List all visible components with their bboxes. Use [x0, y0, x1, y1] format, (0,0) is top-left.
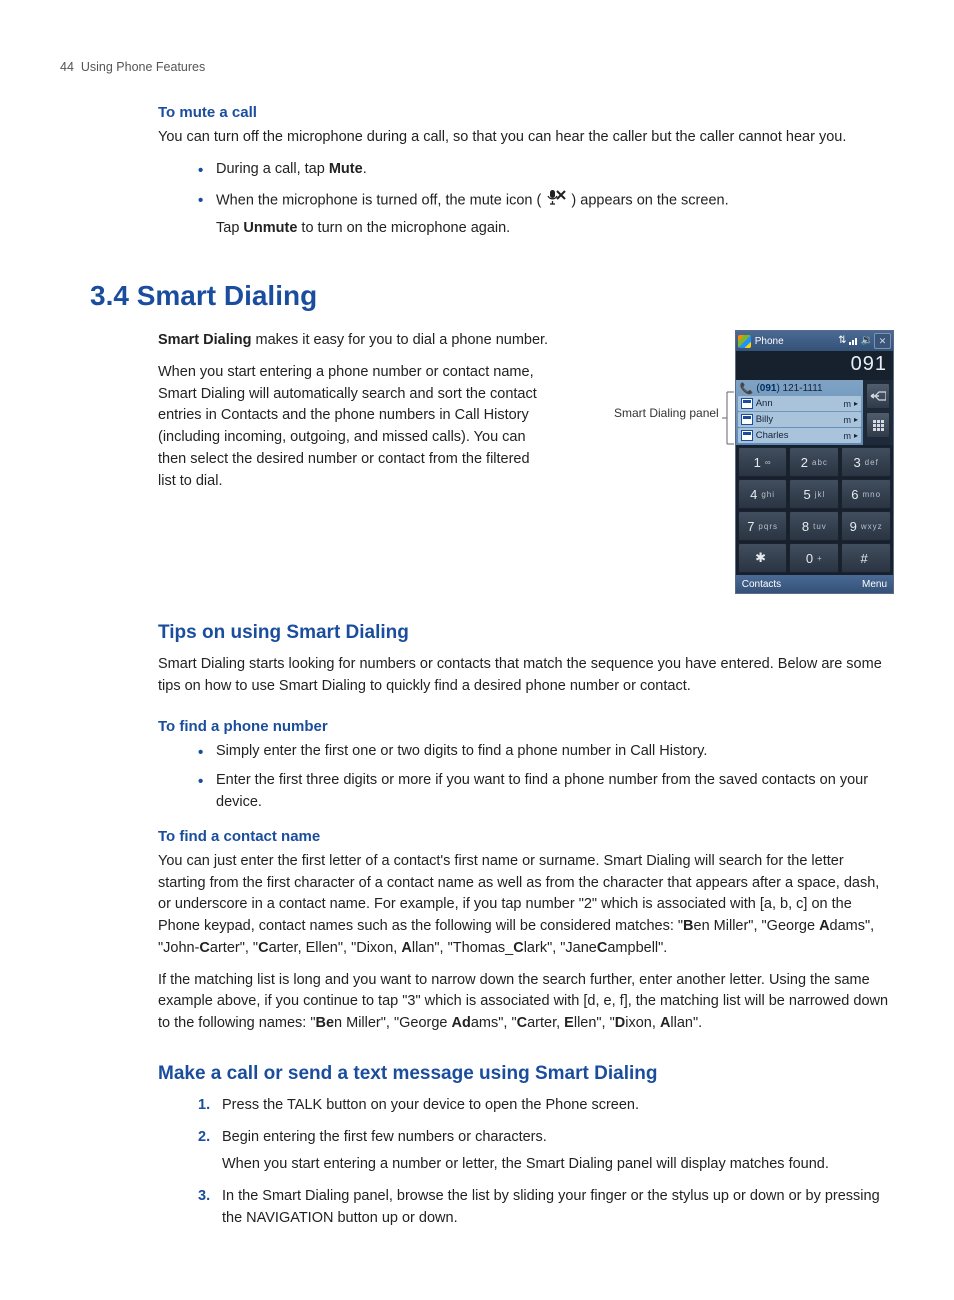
- tips-heading: Tips on using Smart Dialing: [158, 622, 894, 644]
- chevron-right-icon: ▸: [854, 431, 858, 440]
- key-6[interactable]: 6mno: [841, 479, 891, 509]
- keypad-toggle-key[interactable]: [866, 412, 890, 438]
- key-0[interactable]: 0+: [789, 543, 839, 573]
- mute-section: To mute a call You can turn off the micr…: [158, 104, 894, 240]
- softkey-left[interactable]: Contacts: [742, 579, 781, 590]
- key-5[interactable]: 5jkl: [789, 479, 839, 509]
- mute-icon: [545, 189, 567, 213]
- page-section-title: Using Phone Features: [81, 60, 205, 74]
- key-3[interactable]: 3def: [841, 447, 891, 477]
- key-1[interactable]: 1∞: [738, 447, 788, 477]
- find-name-p2: If the matching list is long and you wan…: [158, 970, 894, 1035]
- smart-dialing-section: 3.4 Smart Dialing: [90, 280, 894, 312]
- mute-bullet-2-sub: Tap Unmute to turn on the microphone aga…: [216, 218, 894, 240]
- page-number: 44: [60, 60, 74, 74]
- chevron-right-icon: ▸: [854, 415, 858, 424]
- softkey-bar: Contacts Menu: [736, 575, 893, 593]
- mute-bullet-1: During a call, tap Mute.: [198, 159, 894, 181]
- softkey-right[interactable]: Menu: [862, 579, 887, 590]
- volume-icon: 🔉: [861, 336, 873, 346]
- sd-name: Ann: [756, 398, 773, 409]
- key-hash[interactable]: #: [841, 543, 891, 573]
- phone-figure: Smart Dialing panel Phone ⇅ 🔉 ✕ 091: [614, 330, 894, 594]
- find-number-heading: To find a phone number: [158, 718, 894, 735]
- step-3: 3.In the Smart Dialing panel, browse the…: [198, 1186, 894, 1230]
- key-2[interactable]: 2abc: [789, 447, 839, 477]
- page: 44 Using Phone Features To mute a call Y…: [0, 0, 954, 1300]
- signal-icon: [849, 335, 859, 348]
- panel-label: Smart Dialing panel: [614, 406, 719, 420]
- make-call-steps: 1.Press the TALK button on your device t…: [158, 1095, 894, 1230]
- find-name-heading: To find a contact name: [158, 828, 894, 845]
- contact-icon: [741, 398, 753, 409]
- status-icon: ⇅: [838, 336, 846, 346]
- make-call-heading: Make a call or send a text message using…: [158, 1063, 894, 1085]
- close-icon[interactable]: ✕: [874, 333, 891, 349]
- fn-bullet-1: Simply enter the first one or two digits…: [198, 741, 894, 763]
- phone-titlebar: Phone ⇅ 🔉 ✕: [736, 331, 893, 351]
- phone-title: Phone: [755, 336, 784, 347]
- step-1: 1.Press the TALK button on your device t…: [198, 1095, 894, 1117]
- number-display: 091: [736, 351, 893, 380]
- windows-icon: [738, 335, 751, 348]
- step-2-note: When you start entering a number or lett…: [222, 1154, 894, 1176]
- chevron-right-icon: ▸: [854, 399, 858, 408]
- page-header: 44 Using Phone Features: [60, 60, 894, 74]
- find-number-bullets: Simply enter the first one or two digits…: [158, 741, 894, 814]
- smart-dialing-heading: 3.4 Smart Dialing: [90, 280, 894, 312]
- phone-mock: Phone ⇅ 🔉 ✕ 091 📞 (091): [735, 330, 894, 594]
- find-name-p1: You can just enter the first letter of a…: [158, 851, 894, 960]
- key-8[interactable]: 8tuv: [789, 511, 839, 541]
- contact-icon: [741, 430, 753, 441]
- key-7[interactable]: 7pqrs: [738, 511, 788, 541]
- sd-rows: Ann m▸ Billy m▸: [736, 396, 863, 445]
- panel-bracket: [721, 388, 735, 448]
- tips-intro: Smart Dialing starts looking for numbers…: [158, 654, 894, 698]
- mute-intro: You can turn off the microphone during a…: [158, 127, 894, 149]
- call-icon: 📞: [740, 382, 754, 395]
- sd-name: Billy: [756, 414, 773, 425]
- key-star[interactable]: ✱: [738, 543, 788, 573]
- tips-section: Tips on using Smart Dialing Smart Dialin…: [158, 622, 894, 1230]
- key-4[interactable]: 4ghi: [738, 479, 788, 509]
- sd-row[interactable]: Ann m▸: [738, 396, 861, 411]
- mute-heading: To mute a call: [158, 104, 894, 121]
- backspace-key[interactable]: [866, 383, 890, 409]
- side-keys: [863, 380, 893, 441]
- keypad: 1∞ 2abc 3def 4ghi 5jkl 6mno 7pqrs 8tuv 9…: [736, 445, 893, 575]
- contact-icon: [741, 414, 753, 425]
- key-9[interactable]: 9wxyz: [841, 511, 891, 541]
- smart-dialing-body: Smart Dialing panel Phone ⇅ 🔉 ✕ 091: [158, 330, 894, 594]
- smart-p2: When you start entering a phone number o…: [158, 362, 538, 493]
- sd-name: Charles: [756, 430, 789, 441]
- sd-header: 📞 (091) 121-1111: [736, 380, 863, 395]
- step-2: 2.Begin entering the first few numbers o…: [198, 1127, 894, 1177]
- mute-bullet-2: When the microphone is turned off, the m…: [198, 189, 894, 241]
- sd-row[interactable]: Billy m▸: [738, 412, 861, 427]
- mute-bullets: During a call, tap Mute. When the microp…: [158, 159, 894, 240]
- fn-bullet-2: Enter the first three digits or more if …: [198, 770, 894, 814]
- sd-row[interactable]: Charles m▸: [738, 428, 861, 443]
- smart-dialing-panel: 📞 (091) 121-1111 Ann m▸: [736, 380, 863, 445]
